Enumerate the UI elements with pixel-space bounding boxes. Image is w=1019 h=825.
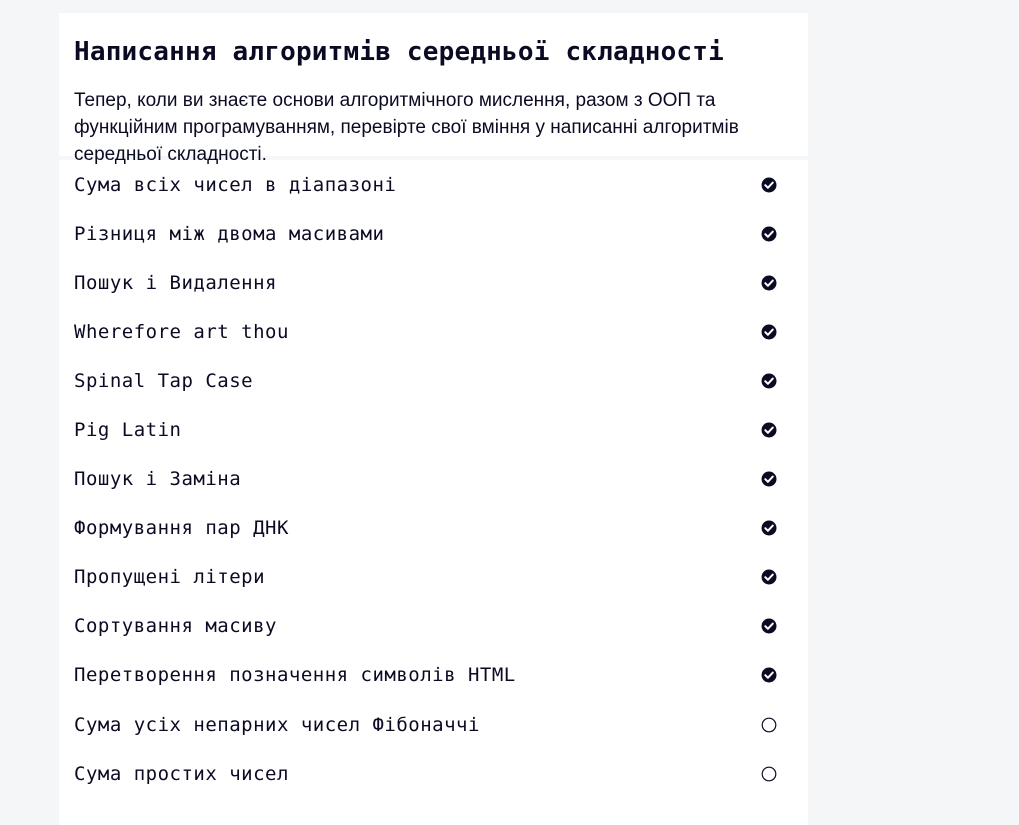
check-circle-icon [761,520,777,536]
block-title: Написання алгоритмів середньої складност… [74,37,724,67]
check-circle-icon [761,373,777,389]
challenge-item[interactable]: Spinal Tap Case [59,356,808,405]
check-circle-icon [761,275,777,291]
challenge-link[interactable]: Pig Latin [74,419,181,441]
challenge-link[interactable]: Пошук і Заміна [74,468,241,490]
challenge-item[interactable]: Сортування масиву [59,602,808,651]
challenge-item[interactable]: Сума простих чисел [59,749,808,798]
challenge-link[interactable]: Сума простих чисел [74,763,289,785]
check-circle-icon [761,569,777,585]
check-circle-icon [761,324,777,340]
check-circle-icon [761,422,777,438]
empty-circle-icon [761,717,777,733]
empty-circle-icon [761,766,777,782]
check-circle-icon [761,471,777,487]
challenge-item[interactable]: Сума усіх непарних чисел Фібоначчі [59,700,808,749]
challenge-list: Сума всіх чисел в діапазоні Різниця між … [59,160,808,798]
challenge-link[interactable]: Wherefore art thou [74,321,289,343]
challenge-link[interactable]: Пошук і Видалення [74,272,277,294]
check-circle-icon [761,667,777,683]
check-circle-icon [761,177,777,193]
challenge-link[interactable]: Різниця між двома масивами [74,223,384,245]
challenge-link[interactable]: Spinal Tap Case [74,370,253,392]
block-header: Написання алгоритмів середньої складност… [59,13,808,165]
challenge-link[interactable]: Перетворення позначення символів HTML [74,664,516,686]
challenge-link[interactable]: Сума усіх непарних чисел Фібоначчі [74,714,480,736]
challenge-block-card: Написання алгоритмів середньої складност… [59,13,808,825]
challenge-link[interactable]: Формування пар ДНК [74,517,289,539]
challenge-link[interactable]: Сума всіх чисел в діапазоні [74,174,396,196]
challenge-item[interactable]: Pig Latin [59,405,808,454]
challenge-item[interactable]: Перетворення позначення символів HTML [59,651,808,700]
challenge-link[interactable]: Сортування масиву [74,615,277,637]
check-circle-icon [761,618,777,634]
challenge-item[interactable]: Пошук і Заміна [59,455,808,504]
check-circle-icon [761,226,777,242]
challenge-item[interactable]: Wherefore art thou [59,307,808,356]
challenge-item[interactable]: Пропущені літери [59,553,808,602]
block-description: Тепер, коли ви знаєте основи алгоритмічн… [74,90,739,165]
challenge-item[interactable]: Різниця між двома масивами [59,209,808,258]
challenge-link[interactable]: Пропущені літери [74,566,265,588]
challenge-item[interactable]: Сума всіх чисел в діапазоні [59,160,808,209]
challenge-item[interactable]: Формування пар ДНК [59,504,808,553]
challenge-item[interactable]: Пошук і Видалення [59,258,808,307]
